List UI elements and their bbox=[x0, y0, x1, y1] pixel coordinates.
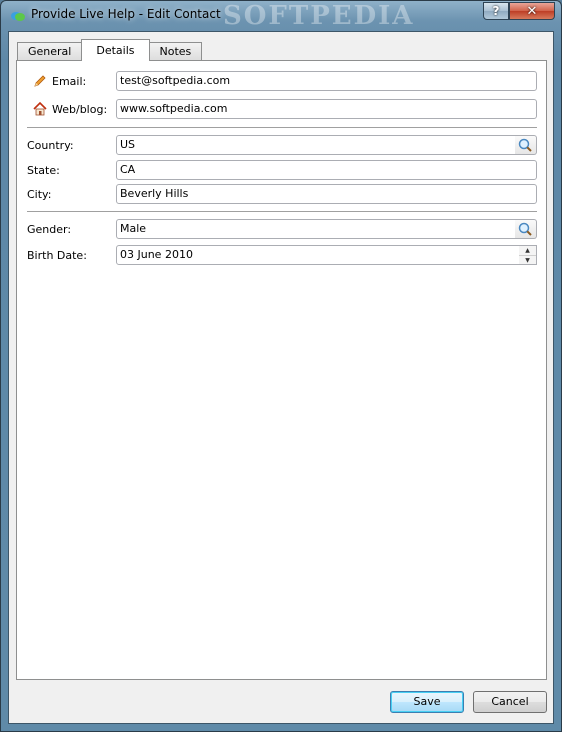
spin-down-icon[interactable]: ▼ bbox=[519, 256, 536, 265]
country-label: Country: bbox=[27, 139, 74, 152]
web-label: Web/blog: bbox=[52, 103, 108, 116]
separator bbox=[27, 127, 537, 129]
email-field[interactable]: test@softpedia.com bbox=[116, 71, 537, 91]
email-label: Email: bbox=[52, 75, 87, 88]
app-icon bbox=[11, 12, 25, 21]
state-row: State: CA bbox=[17, 160, 546, 182]
help-button[interactable]: ? bbox=[483, 2, 509, 20]
gender-lookup-button[interactable] bbox=[515, 219, 537, 239]
city-row: City: Beverly Hills bbox=[17, 184, 546, 206]
dialog-client-area: General Details Notes Email: test@softpe… bbox=[8, 31, 554, 724]
separator bbox=[27, 211, 537, 213]
home-icon bbox=[33, 101, 47, 116]
cancel-button[interactable]: Cancel bbox=[473, 691, 547, 713]
web-field[interactable]: www.softpedia.com bbox=[116, 99, 537, 119]
tab-details[interactable]: Details bbox=[81, 39, 150, 61]
city-label: City: bbox=[27, 188, 52, 201]
country-field[interactable]: US bbox=[116, 135, 516, 155]
softpedia-watermark: SOFTPEDIA bbox=[223, 1, 415, 31]
pencil-icon bbox=[34, 75, 46, 87]
country-row: Country: US bbox=[17, 135, 546, 157]
tab-strip: General Details Notes bbox=[17, 39, 203, 61]
edit-contact-window: Provide Live Help - Edit Contact SOFTPED… bbox=[0, 0, 562, 732]
details-panel: Email: test@softpedia.com Web/blog: www.… bbox=[16, 60, 547, 680]
country-lookup-button[interactable] bbox=[515, 135, 537, 155]
spin-up-icon[interactable]: ▲ bbox=[519, 246, 536, 256]
email-row: Email: test@softpedia.com bbox=[17, 71, 546, 93]
gender-field[interactable]: Male bbox=[116, 219, 516, 239]
birth-date-label: Birth Date: bbox=[27, 249, 87, 262]
tab-notes[interactable]: Notes bbox=[148, 42, 203, 61]
gender-label: Gender: bbox=[27, 223, 72, 236]
title-bar[interactable]: Provide Live Help - Edit Contact SOFTPED… bbox=[1, 1, 561, 31]
close-button[interactable]: ✕ bbox=[509, 2, 555, 20]
magnifier-icon bbox=[518, 222, 532, 236]
birth-date-row: Birth Date: 03 June 2010 ▲ ▼ bbox=[17, 245, 546, 267]
birth-date-field[interactable]: 03 June 2010 bbox=[116, 245, 520, 265]
web-row: Web/blog: www.softpedia.com bbox=[17, 99, 546, 121]
state-field[interactable]: CA bbox=[116, 160, 537, 180]
date-spinner[interactable]: ▲ ▼ bbox=[519, 245, 537, 265]
gender-row: Gender: Male bbox=[17, 219, 546, 241]
window-title: Provide Live Help - Edit Contact bbox=[31, 7, 221, 21]
tab-general[interactable]: General bbox=[17, 42, 83, 61]
city-field[interactable]: Beverly Hills bbox=[116, 184, 537, 204]
save-button[interactable]: Save bbox=[390, 691, 464, 713]
magnifier-icon bbox=[518, 138, 532, 152]
state-label: State: bbox=[27, 164, 60, 177]
